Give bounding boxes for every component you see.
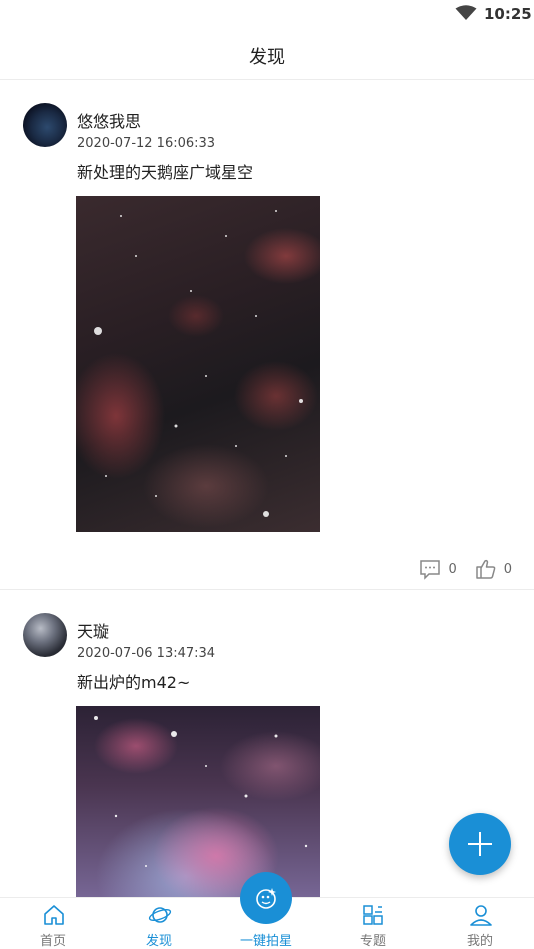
post-caption: 新处理的天鹅座广域星空 — [77, 163, 254, 182]
nav-item-home[interactable]: 首页 — [0, 898, 106, 949]
page-title: 发现 — [249, 47, 285, 68]
avatar[interactable] — [23, 103, 67, 147]
status-time: 10:25 — [484, 5, 532, 23]
post-photo[interactable] — [76, 706, 320, 897]
comment-count: 0 — [448, 561, 457, 577]
nav-label: 首页 — [39, 934, 66, 949]
feed-post[interactable]: 悠悠我思 2020-07-12 16:06:33 新处理的天鹅座广域星空 0 0 — [0, 81, 534, 590]
nav-label: 发现 — [145, 934, 172, 949]
feed-list[interactable]: 悠悠我思 2020-07-12 16:06:33 新处理的天鹅座广域星空 0 0… — [0, 81, 534, 897]
wifi-icon — [455, 5, 477, 20]
post-photo[interactable] — [76, 196, 320, 532]
nav-label: 我的 — [466, 934, 493, 949]
profile-icon — [470, 905, 492, 926]
topics-icon — [363, 905, 383, 925]
home-icon — [44, 905, 64, 925]
post-caption: 新出炉的m42~ — [77, 673, 191, 692]
post-stats: 0 0 — [419, 557, 512, 581]
nav-item-topics[interactable]: 专题 — [320, 898, 426, 949]
status-bar: 10:25 — [0, 0, 534, 28]
post-timestamp: 2020-07-06 13:47:34 — [77, 646, 216, 661]
nav-label: 一键拍星 — [239, 934, 292, 949]
post-author[interactable]: 天璇 — [77, 618, 109, 642]
post-author[interactable]: 悠悠我思 — [77, 108, 141, 132]
star-field — [94, 210, 303, 517]
nav-item-profile[interactable]: 我的 — [427, 898, 533, 949]
camera-star-icon — [256, 888, 276, 909]
add-post-button[interactable] — [449, 813, 511, 875]
nav-item-discover[interactable]: 发现 — [106, 898, 212, 949]
title-bar: 发现 — [0, 28, 534, 80]
discover-screen: 10:25 发现 悠悠我思 2020-07-12 16:06:33 新处理的天鹅… — [0, 0, 534, 949]
star-field — [94, 716, 308, 867]
nav-label: 专题 — [359, 934, 386, 949]
planet-icon — [148, 907, 172, 923]
avatar[interactable] — [23, 613, 67, 657]
thumbs-up-icon[interactable] — [475, 558, 497, 580]
like-count: 0 — [503, 561, 512, 577]
post-timestamp: 2020-07-12 16:06:33 — [77, 136, 216, 151]
comment-icon[interactable] — [419, 558, 441, 580]
capture-star-button[interactable] — [240, 872, 292, 924]
